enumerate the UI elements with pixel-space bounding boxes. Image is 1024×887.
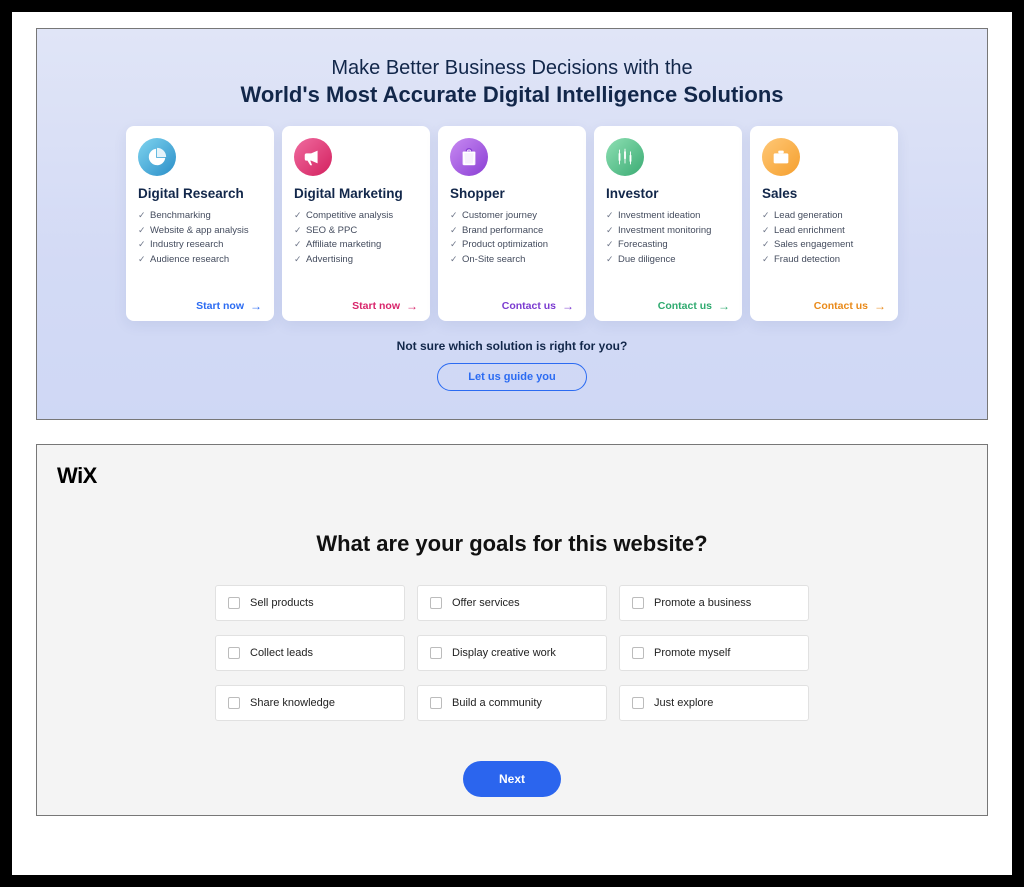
card-cta-label: Contact us	[814, 300, 868, 312]
card-title: Investor	[606, 186, 730, 201]
card-title: Shopper	[450, 186, 574, 201]
card-title: Digital Marketing	[294, 186, 418, 201]
card-feature-item: Due diligence	[606, 253, 730, 268]
heading-line-2: World's Most Accurate Digital Intelligen…	[37, 82, 987, 108]
card-feature-item: Benchmarking	[138, 209, 262, 224]
card-feature-item: Product optimization	[450, 238, 574, 253]
card-cta-link[interactable]: Start now →	[294, 299, 418, 313]
card-feature-item: Forecasting	[606, 238, 730, 253]
card-feature-item: On-Site search	[450, 253, 574, 268]
card-feature-list: BenchmarkingWebsite & app analysisIndust…	[138, 209, 262, 299]
card-feature-item: Audience research	[138, 253, 262, 268]
goals-title: What are your goals for this website?	[57, 531, 967, 557]
next-button[interactable]: Next	[463, 761, 561, 797]
heading-line-1: Make Better Business Decisions with the	[37, 57, 987, 80]
goal-label: Share knowledge	[250, 697, 335, 709]
goal-label: Promote myself	[654, 647, 730, 659]
footer-prompt: Not sure which solution is right for you…	[37, 339, 987, 353]
goal-option[interactable]: Collect leads	[215, 635, 405, 671]
card-feature-item: Brand performance	[450, 224, 574, 239]
goal-option[interactable]: Build a community	[417, 685, 607, 721]
card-cta-label: Start now	[352, 300, 400, 312]
card-feature-item: Investment monitoring	[606, 224, 730, 239]
arrow-right-icon: →	[406, 299, 418, 313]
wix-logo: WiX	[57, 463, 967, 489]
checkbox-icon	[430, 647, 442, 659]
shopping-bag-icon	[450, 138, 488, 176]
pie-chart-icon	[138, 138, 176, 176]
card-cta-link[interactable]: Start now →	[138, 299, 262, 313]
goal-label: Sell products	[250, 597, 314, 609]
card-feature-list: Customer journeyBrand performanceProduct…	[450, 209, 574, 299]
checkbox-icon	[430, 697, 442, 709]
checkbox-icon	[228, 647, 240, 659]
card-feature-list: Investment ideationInvestment monitoring…	[606, 209, 730, 299]
goal-option[interactable]: Sell products	[215, 585, 405, 621]
card-cta-link[interactable]: Contact us →	[606, 299, 730, 313]
guide-button[interactable]: Let us guide you	[437, 363, 586, 391]
checkbox-icon	[632, 597, 644, 609]
card-title: Sales	[762, 186, 886, 201]
arrow-right-icon: →	[874, 299, 886, 313]
goal-option[interactable]: Promote myself	[619, 635, 809, 671]
wix-content: What are your goals for this website? Se…	[57, 489, 967, 797]
arrow-right-icon: →	[718, 299, 730, 313]
goal-label: Collect leads	[250, 647, 313, 659]
card-feature-item: Fraud detection	[762, 253, 886, 268]
card-feature-list: Competitive analysisSEO & PPCAffiliate m…	[294, 209, 418, 299]
card-cta-label: Start now	[196, 300, 244, 312]
arrow-right-icon: →	[562, 299, 574, 313]
goal-option[interactable]: Display creative work	[417, 635, 607, 671]
solution-card: Sales Lead generationLead enrichmentSales…	[750, 126, 898, 321]
card-feature-list: Lead generationLead enrichmentSales enga…	[762, 209, 886, 299]
card-feature-item: Sales engagement	[762, 238, 886, 253]
solution-card: Investor Investment ideationInvestment mo…	[594, 126, 742, 321]
card-cta-label: Contact us	[502, 300, 556, 312]
card-feature-item: Customer journey	[450, 209, 574, 224]
goal-label: Display creative work	[452, 647, 556, 659]
card-cta-link[interactable]: Contact us →	[762, 299, 886, 313]
solutions-heading: Make Better Business Decisions with the …	[37, 29, 987, 108]
megaphone-icon	[294, 138, 332, 176]
goal-label: Just explore	[654, 697, 713, 709]
checkbox-icon	[430, 597, 442, 609]
solution-card: Digital Marketing Competitive analysisSEO…	[282, 126, 430, 321]
solutions-footer: Not sure which solution is right for you…	[37, 339, 987, 391]
goal-option[interactable]: Share knowledge	[215, 685, 405, 721]
goal-option[interactable]: Offer services	[417, 585, 607, 621]
card-feature-item: SEO & PPC	[294, 224, 418, 239]
solution-card: Digital Research BenchmarkingWebsite & ap…	[126, 126, 274, 321]
card-title: Digital Research	[138, 186, 262, 201]
card-feature-item: Investment ideation	[606, 209, 730, 224]
goal-option[interactable]: Just explore	[619, 685, 809, 721]
card-feature-item: Affiliate marketing	[294, 238, 418, 253]
briefcase-icon	[762, 138, 800, 176]
page-frame: Make Better Business Decisions with the …	[0, 0, 1024, 887]
wix-goals-panel: WiX What are your goals for this website…	[36, 444, 988, 816]
solution-cards: Digital Research BenchmarkingWebsite & ap…	[37, 108, 987, 321]
goal-label: Build a community	[452, 697, 542, 709]
card-feature-item: Industry research	[138, 238, 262, 253]
card-cta-link[interactable]: Contact us →	[450, 299, 574, 313]
solution-card: Shopper Customer journeyBrand performance…	[438, 126, 586, 321]
card-feature-item: Advertising	[294, 253, 418, 268]
checkbox-icon	[228, 697, 240, 709]
checkbox-icon	[632, 647, 644, 659]
candlestick-chart-icon	[606, 138, 644, 176]
card-feature-item: Lead enrichment	[762, 224, 886, 239]
goal-label: Offer services	[452, 597, 520, 609]
goals-grid: Sell products Offer services Promote a bus…	[57, 585, 967, 721]
arrow-right-icon: →	[250, 299, 262, 313]
card-feature-item: Lead generation	[762, 209, 886, 224]
card-cta-label: Contact us	[658, 300, 712, 312]
goal-label: Promote a business	[654, 597, 751, 609]
checkbox-icon	[228, 597, 240, 609]
checkbox-icon	[632, 697, 644, 709]
solutions-panel: Make Better Business Decisions with the …	[36, 28, 988, 420]
card-feature-item: Website & app analysis	[138, 224, 262, 239]
card-feature-item: Competitive analysis	[294, 209, 418, 224]
goal-option[interactable]: Promote a business	[619, 585, 809, 621]
